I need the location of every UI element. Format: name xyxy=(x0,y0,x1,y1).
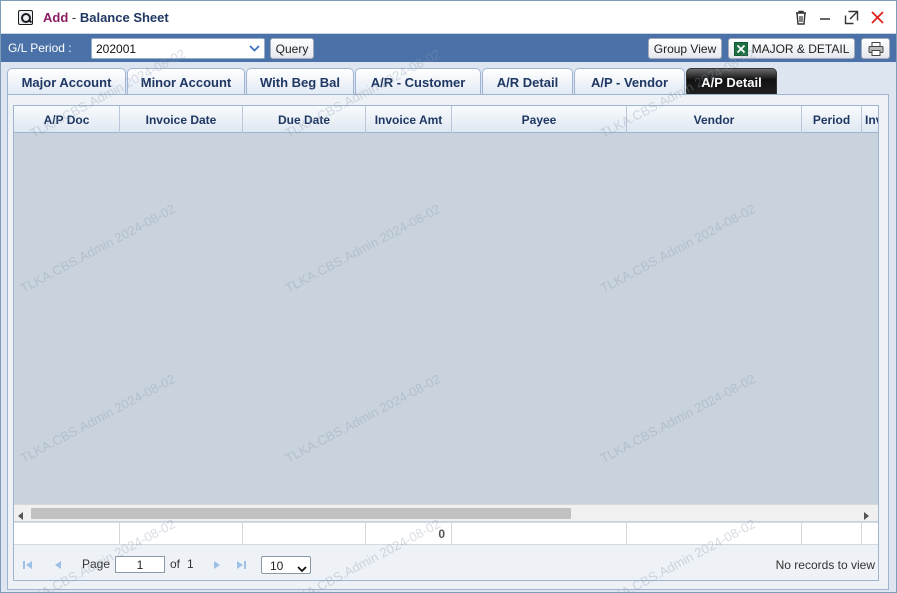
tab-ap-detail[interactable]: A/P Detail xyxy=(686,68,777,96)
chevron-down-icon xyxy=(297,562,307,576)
trash-icon[interactable] xyxy=(792,8,810,26)
search-window-icon xyxy=(18,10,33,25)
tab-minor-account[interactable]: Minor Account xyxy=(127,68,245,96)
next-page-icon[interactable] xyxy=(213,559,221,573)
column-period[interactable]: Period xyxy=(802,106,862,133)
tab-major-account[interactable]: Major Account xyxy=(7,68,126,96)
total-pages: 1 xyxy=(187,557,194,571)
title-name: Balance Sheet xyxy=(79,10,169,25)
tab-ar-detail[interactable]: A/R Detail xyxy=(482,68,573,96)
print-button[interactable] xyxy=(861,38,890,59)
footer-cell xyxy=(452,523,627,545)
printer-icon xyxy=(868,41,884,56)
of-label: of xyxy=(170,557,181,571)
column-invoice-date[interactable]: Invoice Date xyxy=(120,106,243,133)
gl-period-value: 202001 xyxy=(96,42,137,56)
column-vendor[interactable]: Vendor xyxy=(627,106,802,133)
page-number-input[interactable]: 1 xyxy=(115,556,165,573)
page-label: Page xyxy=(82,557,111,571)
group-view-button[interactable]: Group View xyxy=(648,38,722,59)
column-ap-doc[interactable]: A/P Doc xyxy=(14,106,120,133)
page-size-value: 10 xyxy=(270,559,284,573)
footer-cell xyxy=(802,523,862,545)
gl-period-label: G/L Period : xyxy=(8,41,72,55)
title-separator: - xyxy=(68,10,80,25)
tab-strip: Major Account Minor Account With Beg Bal… xyxy=(1,62,896,96)
column-payee[interactable]: Payee xyxy=(452,106,627,133)
prev-page-icon[interactable] xyxy=(54,559,62,573)
footer-cell xyxy=(627,523,802,545)
period-toolbar: G/L Period : 202001 Query Group View MAJ… xyxy=(1,34,896,62)
major-detail-button[interactable]: MAJOR & DETAIL xyxy=(728,38,855,59)
tab-with-beg-bal[interactable]: With Beg Bal xyxy=(246,68,354,96)
balance-sheet-window: Add - Balance Sheet G/L Period : 202001 … xyxy=(0,0,897,593)
grid-pager: Page 1 of 1 10 No records to view xyxy=(14,544,878,580)
minimize-icon[interactable] xyxy=(816,8,834,26)
footer-cell xyxy=(120,523,243,545)
close-icon[interactable] xyxy=(868,8,886,26)
footer-cell xyxy=(14,523,120,545)
scroll-right-icon[interactable] xyxy=(864,509,870,523)
scroll-left-icon[interactable] xyxy=(18,509,24,523)
chevron-down-icon[interactable] xyxy=(246,41,262,56)
gl-period-select[interactable]: 202001 xyxy=(91,38,265,59)
major-detail-label: MAJOR & DETAIL xyxy=(751,41,850,56)
title-bar: Add - Balance Sheet xyxy=(1,1,896,34)
records-status: No records to view xyxy=(775,558,875,572)
maximize-icon[interactable] xyxy=(842,8,860,26)
grid-header: A/P Doc Invoice Date Due Date Invoice Am… xyxy=(14,106,878,133)
title-mode: Add xyxy=(43,10,69,25)
grid-footer-row: 0 xyxy=(14,522,878,545)
horizontal-scrollbar[interactable] xyxy=(14,504,878,523)
tab-ap-vendor[interactable]: A/P - Vendor xyxy=(574,68,685,96)
last-page-icon[interactable] xyxy=(236,559,246,573)
column-inv[interactable]: Inv xyxy=(862,106,878,133)
scrollbar-thumb[interactable] xyxy=(31,508,571,519)
footer-invoice-amt-total: 0 xyxy=(366,523,452,545)
query-button[interactable]: Query xyxy=(270,38,314,59)
tab-ar-customer[interactable]: A/R - Customer xyxy=(355,68,481,96)
window-title: Add - Balance Sheet xyxy=(43,10,169,25)
page-size-select[interactable]: 10 xyxy=(261,556,311,574)
column-invoice-amt[interactable]: Invoice Amt xyxy=(366,106,452,133)
column-due-date[interactable]: Due Date xyxy=(243,106,366,133)
excel-icon xyxy=(733,41,748,56)
ap-detail-grid: A/P Doc Invoice Date Due Date Invoice Am… xyxy=(13,105,879,581)
first-page-icon[interactable] xyxy=(23,559,33,573)
footer-cell xyxy=(243,523,366,545)
